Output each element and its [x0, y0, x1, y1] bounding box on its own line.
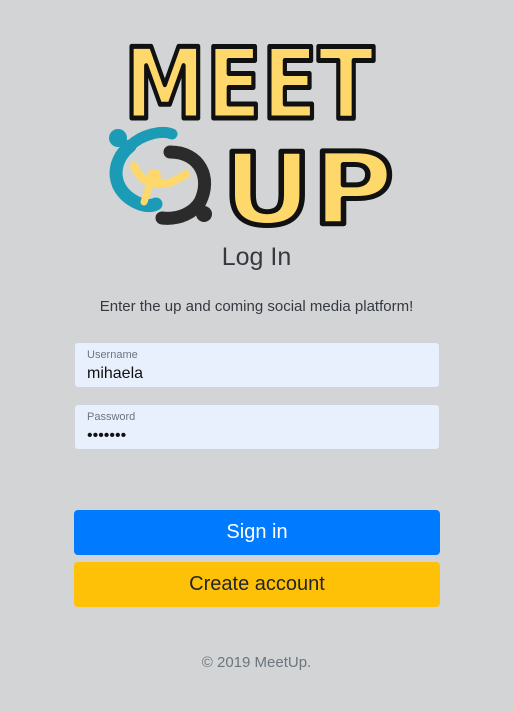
username-input[interactable]: [87, 363, 427, 385]
logo-text-meet: MEET: [124, 34, 374, 142]
username-field[interactable]: Username: [74, 342, 440, 388]
page-subtitle: Enter the up and coming social media pla…: [99, 298, 414, 315]
password-field[interactable]: Password: [74, 404, 440, 450]
page-title: Log In: [221, 243, 292, 271]
create-account-button[interactable]: Create account: [74, 562, 440, 607]
meetup-logo: MEET UP: [100, 34, 400, 232]
logo-text-up: UP: [222, 131, 394, 232]
sign-in-button[interactable]: Sign in: [74, 510, 440, 555]
password-label: Password: [87, 411, 136, 423]
password-input[interactable]: [87, 425, 427, 447]
footer-copyright: © 2019 MeetUp.: [201, 654, 312, 671]
community-emblem-icon: [109, 127, 212, 225]
username-label: Username: [87, 349, 138, 361]
